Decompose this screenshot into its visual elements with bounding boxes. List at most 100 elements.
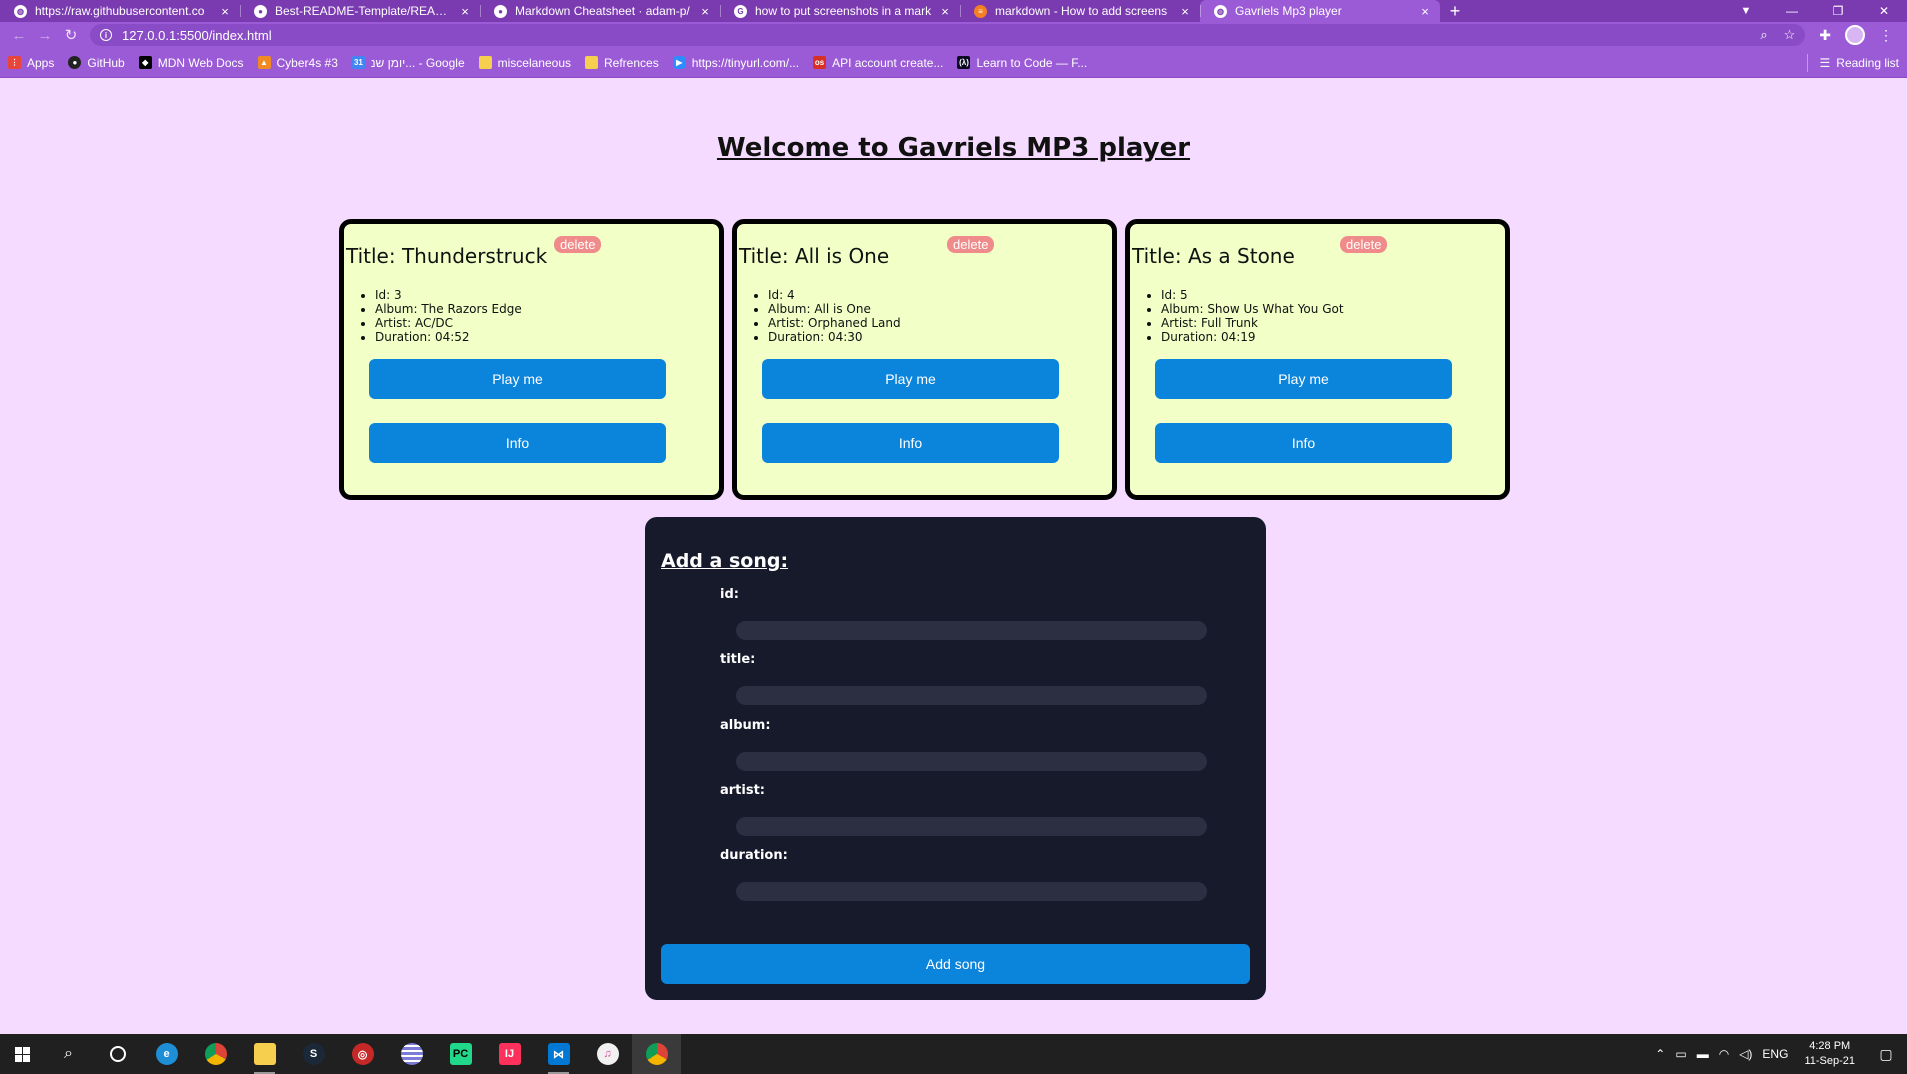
song-card: Title: Thunderstruck delete Id: 3 Album:… [339, 219, 724, 500]
album-field[interactable] [736, 752, 1207, 771]
pycharm-icon[interactable]: PC [436, 1034, 485, 1074]
duration-field[interactable] [736, 882, 1207, 901]
circle-icon [109, 1046, 126, 1062]
folder-icon [478, 56, 492, 69]
chrome-profile-icon[interactable] [632, 1034, 681, 1074]
cortana-icon[interactable] [93, 1034, 142, 1074]
steam-logo-icon: S [302, 1043, 325, 1065]
song-album: Album: All is One [768, 302, 901, 316]
address-bar[interactable]: i 127.0.0.1:5500/index.html ⌕ ☆ [90, 24, 1806, 46]
tab-gavriels-mp3-player[interactable]: ◍ Gavriels Mp3 player × [1200, 0, 1440, 22]
bookmark-mdn[interactable]: ◆ MDN Web Docs [138, 55, 244, 70]
page-title: Welcome to Gavriels MP3 player [716, 133, 1191, 163]
close-icon[interactable]: × [458, 4, 472, 19]
red-app-icon[interactable]: ◎ [338, 1034, 387, 1074]
bookmark-apps[interactable]: ⋮ Apps [8, 56, 54, 70]
window-close-icon[interactable]: ✕ [1861, 4, 1907, 18]
profile-avatar[interactable] [1845, 25, 1865, 45]
tab-raw-githubusercontent[interactable]: ◍ https://raw.githubusercontent.co × [0, 0, 240, 22]
delete-button[interactable]: delete [1340, 236, 1388, 253]
play-button[interactable]: Play me [1155, 359, 1452, 399]
bookmark-folder-refrences[interactable]: Refrences [585, 56, 659, 70]
magnifier-icon: ⌕ [64, 1045, 73, 1062]
chevron-up-icon[interactable]: ⌃ [1655, 1047, 1665, 1061]
restore-icon[interactable]: ❐ [1815, 4, 1861, 18]
close-icon[interactable]: × [218, 4, 232, 19]
site-info-icon[interactable]: i [100, 29, 112, 41]
bookmark-label: MDN Web Docs [157, 55, 244, 70]
tab-markdown-cheatsheet[interactable]: ● Markdown Cheatsheet · adam-p/ × [480, 0, 720, 22]
play-button[interactable]: Play me [369, 359, 666, 399]
bookmark-folder-miscelaneous[interactable]: miscelaneous [478, 56, 571, 70]
chrome-icon[interactable] [191, 1034, 240, 1074]
close-icon[interactable]: × [938, 4, 952, 19]
tab-search-icon[interactable]: ▼ [1723, 5, 1769, 17]
song-title: Title: Thunderstruck [346, 244, 548, 268]
url-text[interactable]: 127.0.0.1:5500/index.html [122, 28, 1744, 43]
delete-button[interactable]: delete [554, 236, 602, 253]
bookmark-tinyurl[interactable]: ▶ https://tinyurl.com/... [672, 56, 799, 70]
zoom-icon[interactable]: ⌕ [1760, 27, 1767, 43]
minimize-icon[interactable]: — [1769, 4, 1815, 18]
reading-list-button[interactable]: ☰ Reading list [1806, 53, 1899, 72]
meet-now-icon[interactable]: ▭ [1675, 1047, 1686, 1061]
close-icon[interactable]: × [1178, 4, 1192, 19]
forward-icon[interactable]: → [32, 27, 58, 44]
zoom-icon: ▶ [672, 56, 686, 69]
info-button[interactable]: Info [762, 423, 1059, 463]
info-button[interactable]: Info [1155, 423, 1452, 463]
file-explorer-icon[interactable] [240, 1034, 289, 1074]
itunes-icon[interactable]: ♫ [583, 1034, 632, 1074]
music-note-icon: ♫ [596, 1043, 619, 1065]
steam-icon[interactable]: S [289, 1034, 338, 1074]
striped-app-icon[interactable] [387, 1034, 436, 1074]
close-icon[interactable]: × [1418, 4, 1432, 19]
bookmark-freecodecamp[interactable]: (λ) Learn to Code — F... [957, 56, 1087, 70]
tab-readme-template[interactable]: ● Best-README-Template/READMI × [240, 0, 480, 22]
extension-area: ✚ ⋮ [1811, 25, 1901, 45]
system-tray: ⌃ ▭ ▬ ◠ ◁) ENG 4:28 PM 11-Sep-21 ▢ [1655, 1039, 1907, 1069]
add-song-button[interactable]: Add song [661, 944, 1250, 984]
intellij-icon[interactable]: IJ [485, 1034, 534, 1074]
menu-kebab-icon[interactable]: ⋮ [1879, 27, 1893, 44]
close-icon[interactable]: × [698, 4, 712, 19]
tab-title: Markdown Cheatsheet · adam-p/ [515, 4, 690, 18]
delete-button[interactable]: delete [947, 236, 995, 253]
id-field[interactable] [736, 621, 1207, 640]
song-artist: Artist: Full Trunk [1161, 316, 1344, 330]
wifi-icon[interactable]: ◠ [1719, 1047, 1729, 1061]
bookmark-github[interactable]: ● GitHub [68, 56, 125, 70]
info-button[interactable]: Info [369, 423, 666, 463]
id-label: id: [720, 587, 739, 602]
song-duration: Duration: 04:19 [1161, 330, 1344, 344]
extensions-puzzle-icon[interactable]: ✚ [1819, 27, 1831, 44]
new-tab-button[interactable]: + [1440, 0, 1470, 22]
reload-icon[interactable]: ↻ [58, 26, 84, 44]
back-icon[interactable]: ← [6, 27, 32, 44]
play-button[interactable]: Play me [762, 359, 1059, 399]
tab-title: https://raw.githubusercontent.co [35, 4, 205, 18]
clock[interactable]: 4:28 PM 11-Sep-21 [1798, 1039, 1861, 1069]
artist-field[interactable] [736, 817, 1207, 836]
bookmark-cyber4s[interactable]: ▲ Cyber4s #3 [257, 56, 338, 70]
globe-icon: ◍ [14, 4, 27, 18]
vscode-icon[interactable]: ⋈ [534, 1034, 583, 1074]
bookmark-star-icon[interactable]: ☆ [1784, 27, 1796, 43]
start-button[interactable] [0, 1034, 44, 1074]
tab-title: markdown - How to add screens [995, 4, 1168, 18]
toolbar: ← → ↻ i 127.0.0.1:5500/index.html ⌕ ☆ ✚ … [0, 22, 1907, 48]
bookmark-api-account[interactable]: os API account create... [813, 56, 943, 70]
search-icon[interactable]: ⌕ [44, 1034, 93, 1074]
github-icon: ● [494, 4, 507, 18]
tab-google-search[interactable]: G how to put screenshots in a mark × [720, 0, 960, 22]
edge-icon[interactable]: e [142, 1034, 191, 1074]
notifications-icon[interactable]: ▢ [1871, 1046, 1901, 1063]
bookmark-google-calendar[interactable]: 31 יומן שנ... - Google [351, 56, 465, 70]
tab-stackoverflow[interactable]: ≡ markdown - How to add screens × [960, 0, 1200, 22]
song-album: Album: The Razors Edge [375, 302, 522, 316]
battery-icon[interactable]: ▬ [1697, 1047, 1709, 1061]
language-indicator[interactable]: ENG [1762, 1047, 1788, 1061]
volume-icon[interactable]: ◁) [1739, 1047, 1752, 1061]
title-field[interactable] [736, 686, 1207, 705]
bookmark-label: API account create... [832, 55, 944, 70]
